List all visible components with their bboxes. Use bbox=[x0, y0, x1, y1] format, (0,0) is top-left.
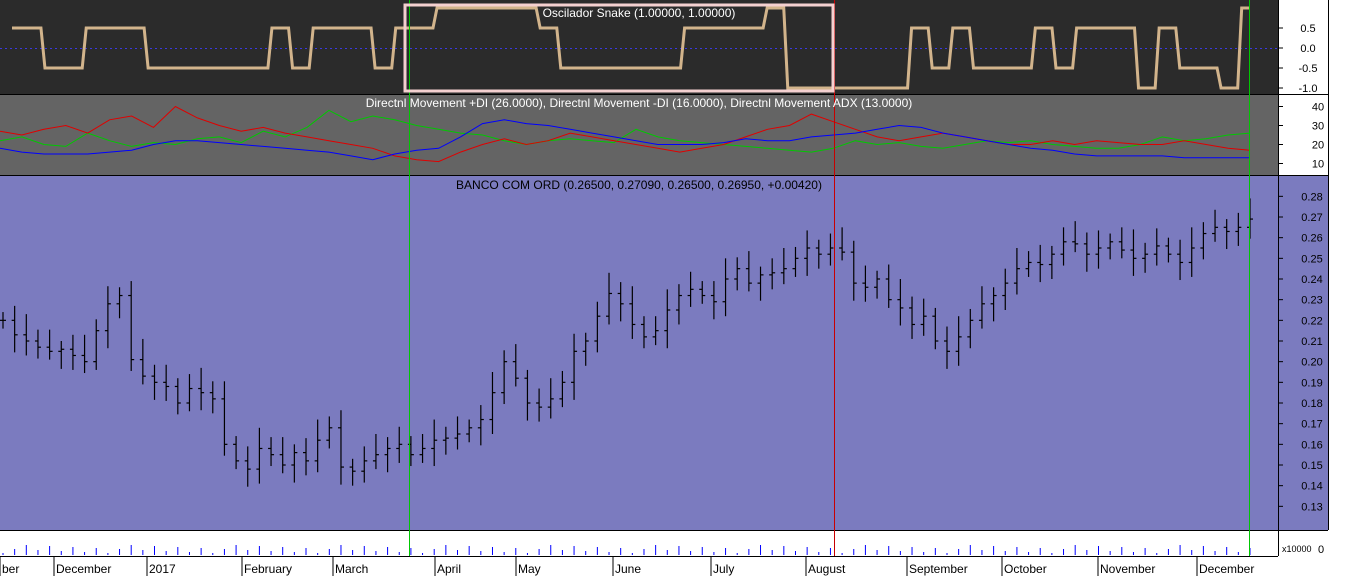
price-tick-label: 0.20 bbox=[1301, 357, 1322, 369]
x-tick-label: March bbox=[335, 562, 368, 576]
dmi-tick-label: 10 bbox=[1312, 159, 1324, 171]
oscillator-tick-label: 0.0 bbox=[1300, 43, 1315, 55]
x-tick-label: 2017 bbox=[149, 562, 176, 576]
oscillator-title: Oscilador Snake (1.00000, 1.00000) bbox=[543, 6, 736, 20]
oscillator-tick-label: 0.5 bbox=[1300, 23, 1315, 35]
price-tick-label: 0.23 bbox=[1301, 295, 1322, 307]
x-tick-label: December bbox=[1199, 562, 1254, 576]
x-tick-label: November bbox=[1100, 562, 1155, 576]
price-tick-label: 0.25 bbox=[1301, 253, 1322, 265]
x-tick-label: August bbox=[808, 562, 846, 576]
dmi-title: Directnl Movement +DI (26.0000), Directn… bbox=[366, 96, 913, 110]
price-tick-label: 0.14 bbox=[1301, 481, 1322, 493]
price-tick-label: 0.13 bbox=[1301, 501, 1322, 513]
price-tick-label: 0.27 bbox=[1301, 212, 1322, 224]
dmi-tick-label: 30 bbox=[1312, 121, 1324, 133]
x-tick-label: September bbox=[909, 562, 968, 576]
price-tick-label: 0.18 bbox=[1301, 398, 1322, 410]
x-tick-label: February bbox=[244, 562, 292, 576]
price-title: BANCO COM ORD (0.26500, 0.27090, 0.26500… bbox=[456, 178, 822, 192]
chart-stage: 0.5 0.0 -0.5 -1.0 40 30 20 10 0.28 0.27 0.26 0.25… bbox=[0, 0, 1352, 576]
price-tick-label: 0.19 bbox=[1301, 377, 1322, 389]
x-tick-label: April bbox=[437, 562, 461, 576]
volume-max-label: 0 bbox=[1318, 544, 1324, 556]
price-tick-label: 0.26 bbox=[1301, 233, 1322, 245]
x-tick-label: June bbox=[615, 562, 641, 576]
volume-panel bbox=[0, 531, 1278, 556]
x-tick-label: October bbox=[1004, 562, 1047, 576]
price-tick-label: 0.24 bbox=[1301, 274, 1322, 286]
price-tick-label: 0.22 bbox=[1301, 315, 1322, 327]
oscillator-tick-label: -1.0 bbox=[1299, 83, 1318, 95]
dmi-tick-label: 20 bbox=[1312, 140, 1324, 152]
oscillator-tick-label: -0.5 bbox=[1299, 63, 1318, 75]
price-tick-label: 0.28 bbox=[1301, 191, 1322, 203]
x-tick-label: ber bbox=[2, 562, 19, 576]
x-tick-label: December bbox=[56, 562, 111, 576]
axis-layer: ber December 2017 February March April May June… bbox=[0, 556, 1254, 576]
price-panel bbox=[0, 176, 1328, 530]
volume-unit-label: x10000 bbox=[1282, 544, 1312, 554]
x-tick-label: May bbox=[518, 562, 541, 576]
price-tick-label: 0.15 bbox=[1301, 460, 1322, 472]
price-tick-label: 0.21 bbox=[1301, 336, 1322, 348]
chart-svg: 0.5 0.0 -0.5 -1.0 40 30 20 10 0.28 0.27 0.26 0.25… bbox=[0, 0, 1329, 576]
dmi-tick-label: 40 bbox=[1312, 102, 1324, 114]
price-tick-label: 0.17 bbox=[1301, 419, 1322, 431]
price-tick-label: 0.16 bbox=[1301, 439, 1322, 451]
x-tick-label: July bbox=[713, 562, 734, 576]
